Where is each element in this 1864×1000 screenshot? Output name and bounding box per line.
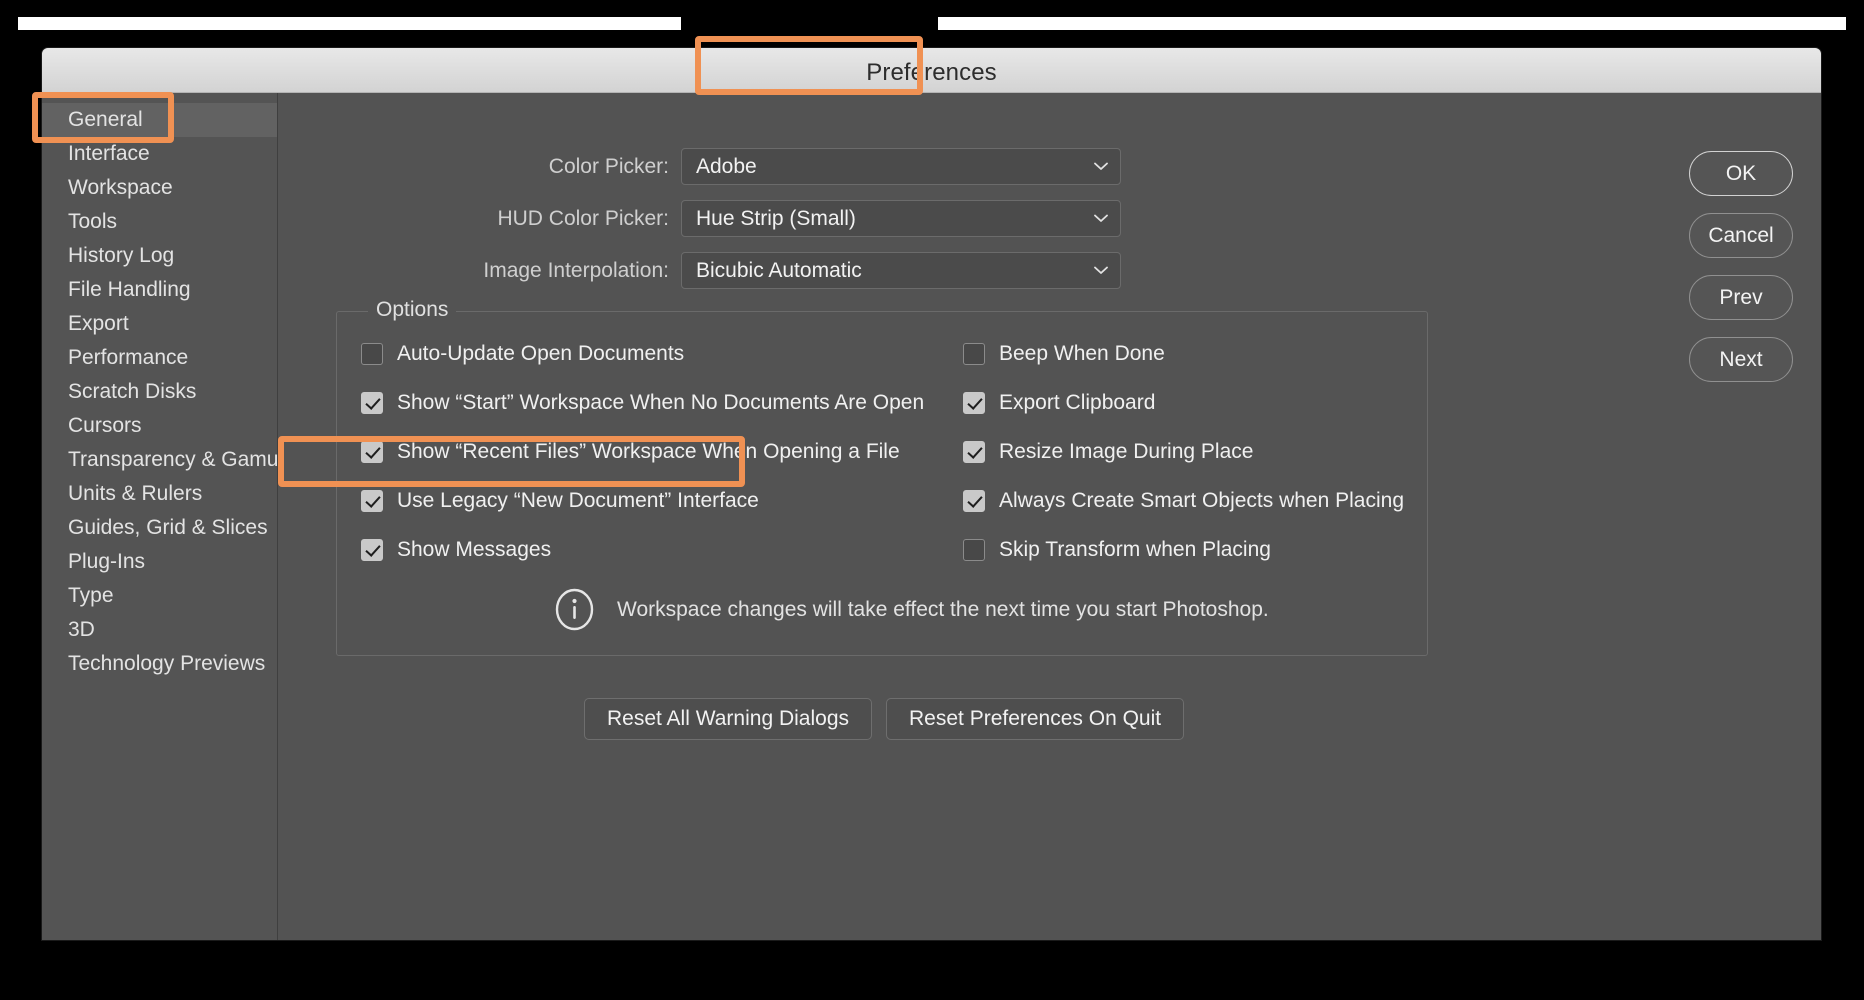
sidebar-item-transparency-gamut[interactable]: Transparency & Gamut bbox=[42, 443, 284, 477]
dropdown-value: Adobe bbox=[696, 154, 757, 178]
next-button[interactable]: Next bbox=[1689, 337, 1793, 382]
preferences-dialog: Preferences General Interface Workspace Too… bbox=[41, 47, 1822, 941]
field-row: HUD Color Picker: Hue Strip (Small) bbox=[279, 200, 1121, 237]
field-row: Image Interpolation: Bicubic Automatic bbox=[279, 252, 1121, 289]
field-row: Color Picker: Adobe bbox=[279, 148, 1121, 185]
sidebar-item-interface[interactable]: Interface bbox=[42, 137, 277, 171]
checkbox-label: Export Clipboard bbox=[999, 391, 1156, 414]
dialog-titlebar: Preferences bbox=[42, 48, 1821, 93]
checkbox-row[interactable]: Export Clipboard bbox=[963, 391, 1155, 415]
checkbox-row[interactable]: Show “Recent Files” Workspace When Openi… bbox=[361, 440, 900, 464]
checkbox-row[interactable]: Skip Transform when Placing bbox=[963, 538, 1271, 562]
reset-button-1[interactable]: Reset Preferences On Quit bbox=[886, 698, 1185, 740]
dialog-action-buttons: OK Cancel Prev Next bbox=[1689, 151, 1793, 382]
sidebar-item-export[interactable]: Export bbox=[42, 307, 277, 341]
field-label: Image Interpolation: bbox=[483, 258, 669, 282]
sidebar-item-tools[interactable]: Tools bbox=[42, 205, 277, 239]
sidebar-item-units-rulers[interactable]: Units & Rulers bbox=[42, 477, 277, 511]
info-icon bbox=[553, 588, 596, 631]
dropdown-color-picker[interactable]: Adobe bbox=[681, 148, 1121, 185]
checkbox-label: Show “Start” Workspace When No Documents… bbox=[397, 391, 925, 414]
checkbox-checked-icon[interactable] bbox=[963, 441, 985, 463]
preferences-content-pane: Color Picker: Adobe HUD Color Picker: Hue S… bbox=[279, 93, 1821, 940]
checkbox-label: Auto-Update Open Documents bbox=[397, 342, 685, 365]
checkbox-label: Show “Recent Files” Workspace When Openi… bbox=[397, 440, 900, 463]
prev-button[interactable]: Prev bbox=[1689, 275, 1793, 320]
checkbox-unchecked-icon[interactable] bbox=[963, 539, 985, 561]
sidebar-item-file-handling[interactable]: File Handling bbox=[42, 273, 277, 307]
checkbox-row[interactable]: Resize Image During Place bbox=[963, 440, 1253, 464]
checkbox-checked-icon[interactable] bbox=[963, 392, 985, 414]
checkbox-row[interactable]: Show Messages bbox=[361, 538, 551, 562]
sidebar-item-scratch-disks[interactable]: Scratch Disks bbox=[42, 375, 277, 409]
workspace-note-text: Workspace changes will take effect the n… bbox=[617, 597, 1269, 621]
chevron-down-icon bbox=[1094, 210, 1108, 228]
dropdown-value: Bicubic Automatic bbox=[696, 258, 862, 282]
options-group: Options Auto-Update Open Documents Show “… bbox=[336, 298, 1428, 656]
checkbox-row[interactable]: Always Create Smart Objects when Placing bbox=[963, 489, 1404, 513]
dialog-title: Preferences bbox=[866, 59, 997, 86]
checkbox-label: Use Legacy “New Document” Interface bbox=[397, 489, 759, 512]
sidebar-item-technology-previews[interactable]: Technology Previews bbox=[42, 647, 277, 681]
dropdown-image-interpolation[interactable]: Bicubic Automatic bbox=[681, 252, 1121, 289]
checkbox-label: Show Messages bbox=[397, 538, 552, 561]
checkbox-row[interactable]: Use Legacy “New Document” Interface bbox=[361, 489, 759, 513]
checkbox-checked-icon[interactable] bbox=[361, 539, 383, 561]
checkbox-checked-icon[interactable] bbox=[361, 490, 383, 512]
sidebar-item-cursors[interactable]: Cursors bbox=[42, 409, 277, 443]
checkbox-label: Resize Image During Place bbox=[999, 440, 1254, 463]
chevron-down-icon bbox=[1094, 262, 1108, 280]
checkbox-row[interactable]: Beep When Done bbox=[963, 342, 1165, 366]
checkbox-unchecked-icon[interactable] bbox=[361, 343, 383, 365]
checkbox-checked-icon[interactable] bbox=[361, 441, 383, 463]
desktop-strip-right bbox=[938, 17, 1846, 30]
sidebar-item-general[interactable]: General bbox=[42, 103, 277, 137]
checkbox-row[interactable]: Show “Start” Workspace When No Documents… bbox=[361, 391, 924, 415]
chevron-down-icon bbox=[1094, 158, 1108, 176]
checkbox-label: Always Create Smart Objects when Placing bbox=[999, 489, 1404, 512]
sidebar-item-plug-ins[interactable]: Plug-Ins bbox=[42, 545, 277, 579]
dropdown-value: Hue Strip (Small) bbox=[696, 206, 856, 230]
checkbox-row[interactable]: Auto-Update Open Documents bbox=[361, 342, 684, 366]
sidebar-item-3d[interactable]: 3D bbox=[42, 613, 277, 647]
dropdown-hud-color-picker[interactable]: Hue Strip (Small) bbox=[681, 200, 1121, 237]
checkbox-checked-icon[interactable] bbox=[963, 490, 985, 512]
preferences-category-sidebar[interactable]: General Interface Workspace Tools History Lo… bbox=[42, 93, 284, 940]
workspace-note: Workspace changes will take effect the n… bbox=[553, 588, 1269, 631]
checkbox-label: Beep When Done bbox=[999, 342, 1165, 365]
options-group-title: Options bbox=[368, 298, 457, 322]
field-label: HUD Color Picker: bbox=[497, 206, 669, 230]
checkbox-checked-icon[interactable] bbox=[361, 392, 383, 414]
checkbox-label: Skip Transform when Placing bbox=[999, 538, 1271, 561]
sidebar-item-performance[interactable]: Performance bbox=[42, 341, 277, 375]
reset-button-0[interactable]: Reset All Warning Dialogs bbox=[584, 698, 872, 740]
sidebar-item-history-log[interactable]: History Log bbox=[42, 239, 277, 273]
field-label: Color Picker: bbox=[548, 154, 669, 178]
reset-buttons-row: Reset All Warning Dialogs Reset Preferenc… bbox=[584, 698, 1185, 740]
checkbox-unchecked-icon[interactable] bbox=[963, 343, 985, 365]
cancel-button[interactable]: Cancel bbox=[1689, 213, 1793, 258]
ok-button[interactable]: OK bbox=[1689, 151, 1793, 196]
sidebar-item-type[interactable]: Type bbox=[42, 579, 277, 613]
desktop-strip-left bbox=[18, 17, 681, 30]
sidebar-item-workspace[interactable]: Workspace bbox=[42, 171, 277, 205]
sidebar-item-guides-grid-slices[interactable]: Guides, Grid & Slices bbox=[42, 511, 277, 545]
